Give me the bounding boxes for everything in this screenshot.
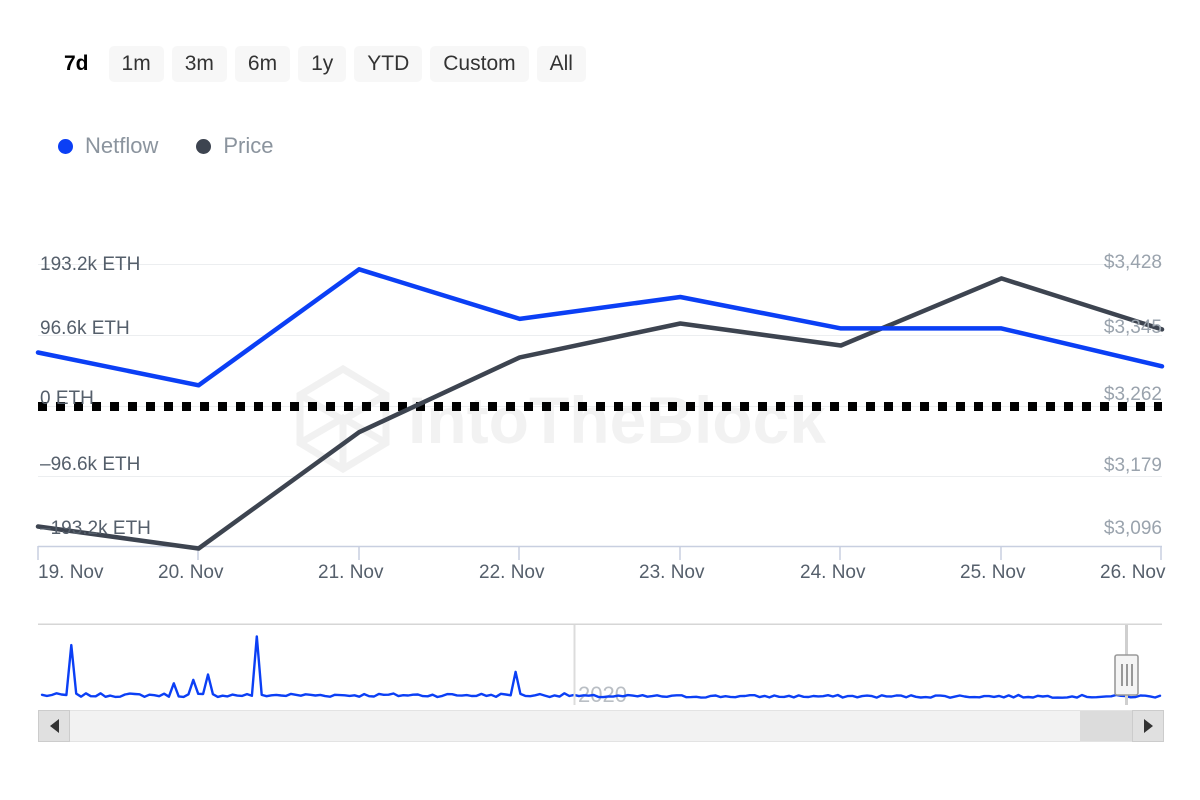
scrollbar-track[interactable] (70, 710, 1132, 742)
chart-plot-area[interactable]: IntoTheBlock (0, 0, 1200, 800)
arrow-right-icon[interactable] (1132, 710, 1164, 742)
y-axis-left-tick-4: –193.2k ETH (40, 518, 151, 539)
arrow-left-icon[interactable] (38, 710, 70, 742)
scrollbar-thumb[interactable] (1080, 711, 1132, 741)
x-axis-tick-5: 24. Nov (800, 562, 866, 583)
x-axis-tick-6: 25. Nov (960, 562, 1026, 583)
y-axis-left-tick-1: 96.6k ETH (40, 318, 130, 339)
x-axis-tick-2: 21. Nov (318, 562, 384, 583)
y-axis-right-tick-0: $3,428 (1104, 252, 1162, 273)
netflow-line-series (38, 269, 1162, 385)
intotheblock-watermark: IntoTheBlock (300, 369, 826, 469)
x-axis-tick-7: 26. Nov (1100, 562, 1166, 583)
x-axis-tick-1: 20. Nov (158, 562, 224, 583)
x-axis-tick-0: 19. Nov (38, 562, 104, 583)
x-axis-tick-4: 23. Nov (639, 562, 705, 583)
watermark-text: IntoTheBlock (408, 383, 826, 457)
intotheblock-hex-logo-icon (300, 369, 386, 469)
y-axis-left-tick-3: –96.6k ETH (40, 454, 140, 475)
chart-x-axis (38, 546, 1162, 560)
y-axis-right-tick-2: $3,262 (1104, 384, 1162, 405)
y-axis-left-tick-0: 193.2k ETH (40, 254, 140, 275)
navigator-right-handle[interactable] (1115, 655, 1138, 695)
y-axis-right-tick-4: $3,096 (1104, 518, 1162, 539)
y-axis-right-tick-1: $3,345 (1104, 317, 1162, 338)
navigator-scrollbar[interactable] (38, 710, 1164, 742)
x-axis-tick-3: 22. Nov (479, 562, 545, 583)
y-axis-left-tick-2: 0 ETH (40, 388, 94, 409)
chart-navigator[interactable]: 2020 (38, 625, 1162, 708)
y-axis-right-tick-3: $3,179 (1104, 455, 1162, 476)
